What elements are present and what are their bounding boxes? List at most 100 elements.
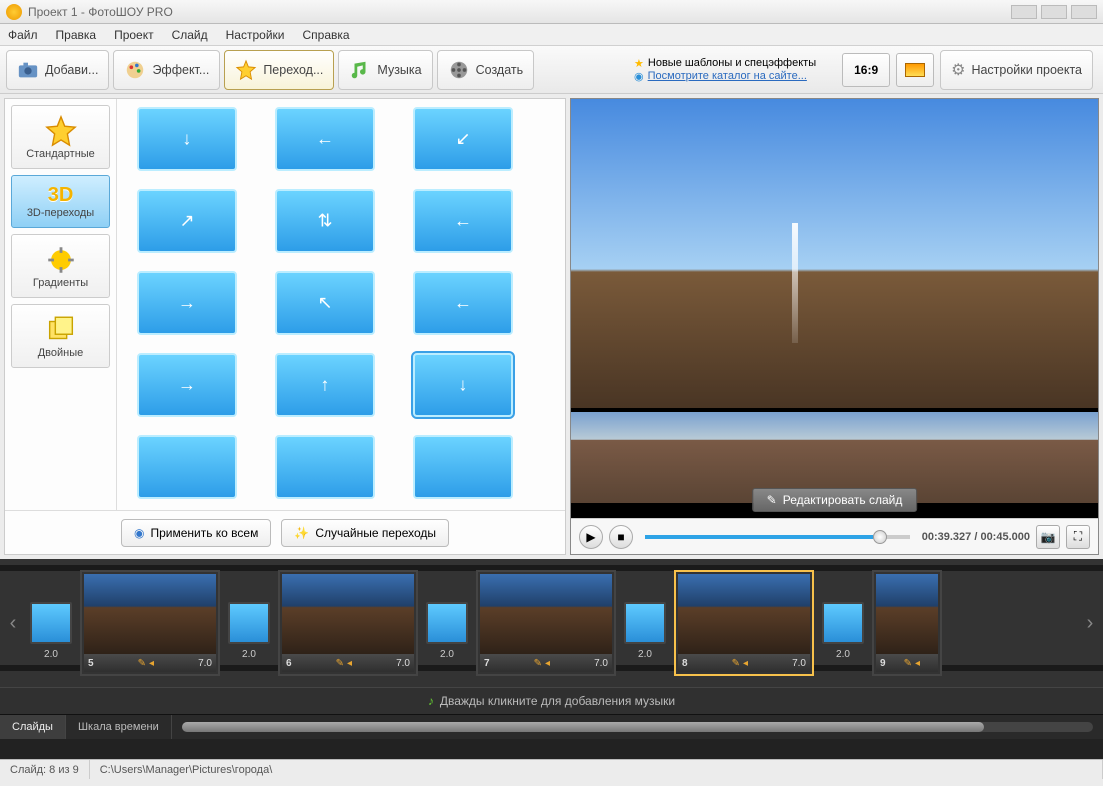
transition-thumb[interactable]: ↙	[413, 107, 513, 171]
maximize-button[interactable]	[1041, 5, 1067, 19]
apply-all-button[interactable]: ◉Применить ко всем	[121, 519, 271, 547]
tab-timescale[interactable]: Шкала времени	[66, 715, 172, 739]
transition-chip[interactable]: 2.0	[822, 602, 864, 644]
pencil-icon: ✎	[904, 658, 912, 669]
display-button[interactable]	[896, 53, 934, 87]
category-gradients[interactable]: Градиенты	[11, 234, 110, 298]
seek-bar[interactable]	[645, 535, 910, 539]
notes-icon	[44, 313, 78, 347]
reel-icon	[448, 59, 470, 81]
aspect-button[interactable]: 16:9	[842, 53, 890, 87]
promo-link[interactable]: Посмотрите каталог на сайте...	[648, 70, 807, 82]
toolbar: Добави... Эффект... Переход... Музыка Со…	[0, 46, 1103, 94]
tab-create[interactable]: Создать	[437, 50, 535, 90]
transition-thumb[interactable]: ↓	[413, 353, 513, 417]
camera-icon: 📷	[1041, 530, 1056, 544]
transition-thumb[interactable]	[275, 435, 375, 499]
transitions-grid[interactable]: ↓ ← ↙ ↗ ⇅ ← → ↖ ← → ↑ ↓	[117, 99, 565, 510]
play-button[interactable]: ▶	[579, 525, 603, 549]
menu-settings[interactable]: Настройки	[226, 28, 285, 42]
transition-thumb[interactable]: ↖	[275, 271, 375, 335]
preview-frame-top	[571, 99, 1098, 408]
slide-item[interactable]: 8✎◂7.0	[674, 570, 814, 676]
music-icon: ♪	[428, 694, 434, 708]
transition-thumb[interactable]: ↑	[275, 353, 375, 417]
timeline: ‹ 2.0 5✎◂7.0 2.0 6✎◂7.0 2.0 7✎◂7.0 2.0 8…	[0, 559, 1103, 759]
slide-item[interactable]: 5✎◂7.0	[80, 570, 220, 676]
category-double[interactable]: Двойные	[11, 304, 110, 368]
menubar: Файл Правка Проект Слайд Настройки Справ…	[0, 24, 1103, 46]
slide-item[interactable]: 7✎◂7.0	[476, 570, 616, 676]
close-button[interactable]	[1071, 5, 1097, 19]
star-icon: ★	[634, 57, 644, 70]
tab-transitions[interactable]: Переход...	[224, 50, 334, 90]
pencil-icon: ✎	[767, 493, 777, 507]
transition-thumb[interactable]: ↓	[137, 107, 237, 171]
menu-project[interactable]: Проект	[114, 28, 154, 42]
snapshot-button[interactable]: 📷	[1036, 525, 1060, 549]
transition-chip[interactable]: 2.0	[624, 602, 666, 644]
fullscreen-icon: ⛶	[1074, 529, 1082, 544]
time-display: 00:39.327 / 00:45.000	[922, 531, 1030, 543]
promo-block: ★Новые шаблоны и спецэффекты ◉Посмотрите…	[634, 57, 836, 83]
transition-thumb[interactable]: ←	[413, 189, 513, 253]
palette-icon	[124, 59, 146, 81]
transition-chip[interactable]: 2.0	[30, 602, 72, 644]
3d-icon: 3D	[48, 184, 74, 207]
transition-chip[interactable]: 2.0	[228, 602, 270, 644]
transport-bar: ▶ ■ 00:39.327 / 00:45.000 📷 ⛶	[571, 518, 1098, 554]
transition-thumb[interactable]	[413, 435, 513, 499]
menu-edit[interactable]: Правка	[56, 28, 97, 42]
globe-icon: ◉	[134, 526, 144, 540]
pencil-icon: ✎	[534, 658, 542, 669]
random-button[interactable]: ✨Случайные переходы	[281, 519, 449, 547]
minimize-button[interactable]	[1011, 5, 1037, 19]
status-path: C:\Users\Manager\Pictures\города\	[90, 760, 1103, 779]
edit-slide-button[interactable]: ✎Редактировать слайд	[752, 488, 918, 512]
fullscreen-button[interactable]: ⛶	[1066, 525, 1090, 549]
menu-slide[interactable]: Слайд	[172, 28, 208, 42]
category-3d[interactable]: 3D3D-переходы	[11, 175, 110, 228]
statusbar: Слайд: 8 из 9 C:\Users\Manager\Pictures\…	[0, 759, 1103, 779]
transition-thumb[interactable]: ←	[413, 271, 513, 335]
transitions-panel: Стандартные 3D3D-переходы Градиенты Двой…	[4, 98, 566, 555]
pencil-icon: ✎	[732, 658, 740, 669]
timeline-scrollbar[interactable]	[182, 722, 1093, 732]
sunset-icon	[905, 63, 925, 77]
tab-add[interactable]: Добави...	[6, 50, 109, 90]
category-list: Стандартные 3D3D-переходы Градиенты Двой…	[5, 99, 117, 510]
music-icon	[349, 59, 371, 81]
transition-thumb[interactable]: →	[137, 353, 237, 417]
slide-item[interactable]: 9✎◂	[872, 570, 942, 676]
star-icon	[44, 114, 78, 148]
star-icon	[235, 59, 257, 81]
tab-slides[interactable]: Слайды	[0, 715, 66, 739]
pencil-icon: ✎	[336, 658, 344, 669]
preview-area: ✎Редактировать слайд ▶ ■ 00:39.327 / 00:…	[570, 98, 1099, 555]
app-icon	[6, 4, 22, 20]
menu-help[interactable]: Справка	[302, 28, 349, 42]
slides-strip[interactable]: 2.0 5✎◂7.0 2.0 6✎◂7.0 2.0 7✎◂7.0 2.0 8✎◂…	[26, 570, 1077, 676]
transition-thumb[interactable]: ⇅	[275, 189, 375, 253]
window-title: Проект 1 - ФотоШОУ PRO	[28, 5, 173, 19]
stop-button[interactable]: ■	[609, 525, 633, 549]
transition-thumb[interactable]: ←	[275, 107, 375, 171]
orb-icon	[44, 243, 78, 277]
category-standard[interactable]: Стандартные	[11, 105, 110, 169]
music-track[interactable]: ♪Дважды кликните для добавления музыки	[0, 687, 1103, 715]
transition-thumb[interactable]: →	[137, 271, 237, 335]
menu-file[interactable]: Файл	[8, 28, 38, 42]
tab-effects[interactable]: Эффект...	[113, 50, 220, 90]
globe-icon: ◉	[634, 70, 644, 83]
camera-icon	[17, 59, 39, 81]
transition-thumb[interactable]	[137, 435, 237, 499]
project-settings-button[interactable]: ⚙Настройки проекта	[940, 50, 1093, 90]
slide-item[interactable]: 6✎◂7.0	[278, 570, 418, 676]
timeline-next[interactable]: ›	[1077, 559, 1103, 687]
timeline-prev[interactable]: ‹	[0, 559, 26, 687]
tab-music[interactable]: Музыка	[338, 50, 432, 90]
transition-thumb[interactable]: ↗	[137, 189, 237, 253]
pencil-icon: ✎	[138, 658, 146, 669]
gear-icon: ⚙	[951, 60, 965, 80]
transition-chip[interactable]: 2.0	[426, 602, 468, 644]
